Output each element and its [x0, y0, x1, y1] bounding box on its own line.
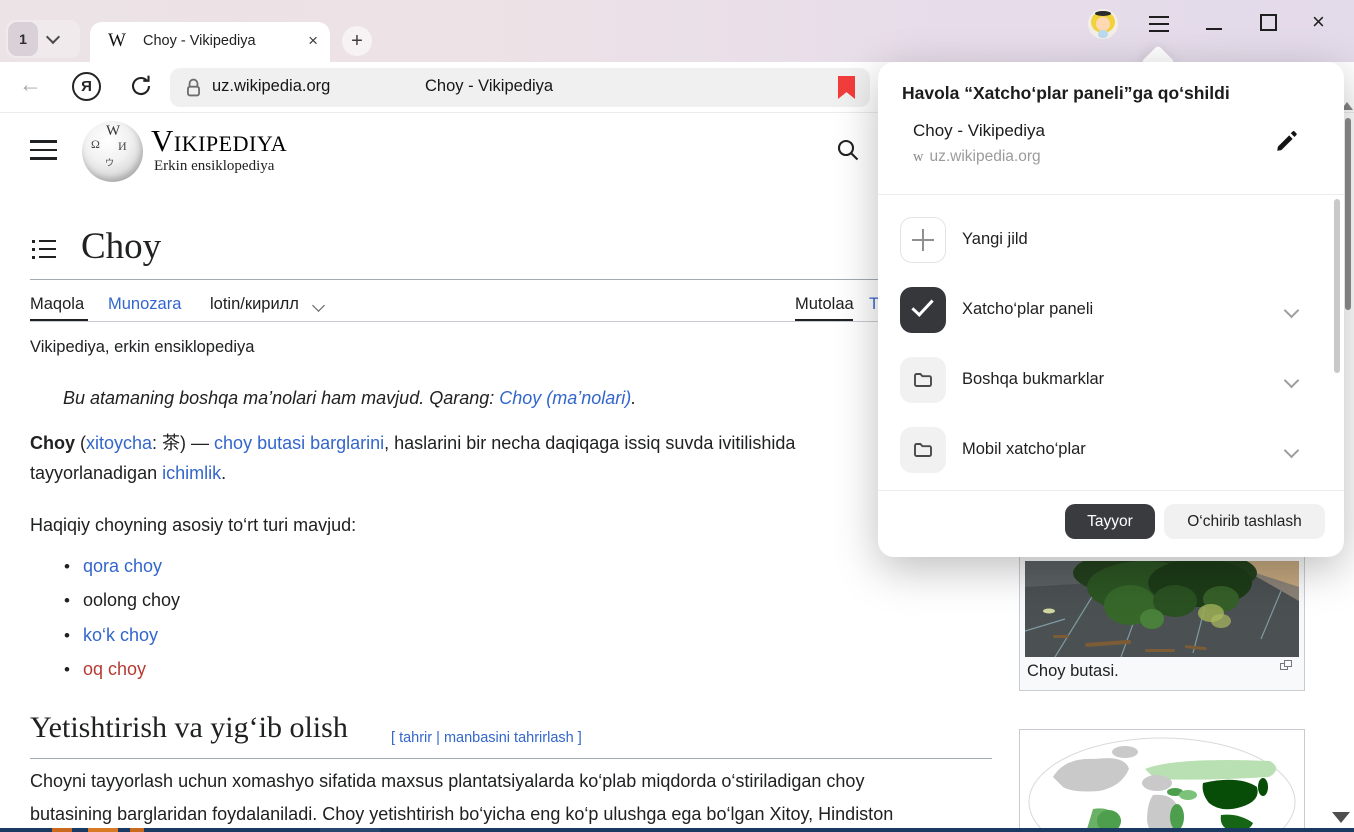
xitoycha-link[interactable]: xitoycha	[86, 433, 152, 453]
wikipedia-favicon-icon: W	[108, 30, 126, 52]
remove-bookmark-button[interactable]: O‘chirib tashlash	[1164, 504, 1325, 539]
selected-check-icon[interactable]	[900, 287, 946, 333]
wikipedia-globe-logo[interactable]: WΩИゥ	[82, 121, 143, 182]
expand-image-icon[interactable]	[1280, 660, 1293, 671]
popup-divider	[878, 194, 1344, 195]
profile-avatar[interactable]	[1088, 9, 1118, 39]
tab-maqola[interactable]: Maqola	[30, 295, 84, 314]
section-divider	[30, 758, 992, 759]
map-thumbnail-box	[1019, 729, 1305, 832]
wiki-menu-button[interactable]	[30, 140, 57, 160]
section-heading: Yetishtirish va yigʻib olish	[30, 711, 348, 745]
ichimlik-link[interactable]: ichimlik	[162, 463, 221, 483]
done-button[interactable]: Tayyor	[1065, 504, 1155, 539]
browser-menu-button[interactable]	[1146, 11, 1172, 37]
tab-close-icon[interactable]: ×	[308, 31, 318, 51]
wikipedia-wordmark[interactable]: Vikipediya	[151, 123, 287, 159]
address-bar[interactable]: uz.wikipedia.org Choy - Vikipediya	[170, 68, 870, 107]
chevron-down-icon[interactable]	[1284, 303, 1300, 319]
folder-icon[interactable]	[900, 427, 946, 473]
list-item: qora choy	[64, 556, 162, 577]
reload-button[interactable]	[127, 72, 155, 100]
tab-munozara[interactable]: Munozara	[108, 295, 181, 314]
back-button[interactable]: ←	[19, 71, 42, 98]
para2-line-1: Choyni tayyorlash uchun xomashyo sifatid…	[30, 771, 864, 792]
bookmark-url-row: wuz.wikipedia.org	[913, 148, 1041, 166]
chevron-down-icon[interactable]	[1284, 443, 1300, 459]
tahrir-link[interactable]: tahrir	[399, 730, 432, 746]
list-item: oq choy	[64, 659, 146, 680]
types-intro: Haqiqiy choyning asosiy to‘rt turi mavju…	[30, 515, 356, 536]
url-host: uz.wikipedia.org	[212, 77, 330, 96]
variant-chevron-icon[interactable]	[312, 299, 325, 312]
hamburger-icon	[30, 140, 57, 143]
image-caption: Choy butasi.	[1027, 662, 1119, 681]
para2-line-2: butasining barglaridan foydalaniladi. Ch…	[30, 804, 893, 825]
page-scrollbar-thumb[interactable]	[1345, 118, 1351, 310]
tea-bush-thumbnail-box: Choy butasi.	[1019, 555, 1305, 691]
toc-list-icon[interactable]	[32, 240, 56, 262]
avatar-dress	[1098, 30, 1108, 38]
lock-icon[interactable]	[184, 77, 203, 103]
window-close-button[interactable]: ×	[1312, 9, 1325, 35]
bookmark-title: Choy - Vikipediya	[913, 121, 1045, 141]
popup-divider	[878, 490, 1344, 491]
oq-choy-link[interactable]: oq choy	[83, 659, 146, 679]
site-subtitle: Vikipediya, erkin ensiklopediya	[30, 338, 254, 357]
yandex-home-button[interactable]: Я	[72, 72, 101, 101]
scrollbar-down-arrow[interactable]	[1332, 812, 1350, 823]
popup-scrollbar-thumb[interactable]	[1334, 199, 1340, 373]
manbasini-tahrirlash-link[interactable]: manbasini tahrirlash	[444, 730, 574, 746]
list-item: ko‘k choy	[64, 625, 158, 646]
tab-mutolaa[interactable]: Mutolaa	[795, 295, 854, 314]
tea-production-map[interactable]	[1025, 735, 1299, 832]
window-maximize-button[interactable]	[1260, 14, 1277, 31]
avatar-headband	[1095, 11, 1111, 16]
tab-counter-button[interactable]: 1	[8, 22, 38, 56]
chevron-down-icon[interactable]	[1284, 373, 1300, 389]
tab-title: Choy - Vikipediya	[143, 33, 256, 49]
folder-icon[interactable]	[900, 357, 946, 403]
tea-bush-image[interactable]	[1025, 561, 1299, 657]
address-page-title: Choy - Vikipediya	[425, 77, 553, 96]
bookmark-added-popup: Havola “Xatcho‘plar paneli”ga qo‘shildi …	[878, 62, 1344, 557]
qora-choy-link[interactable]: qora choy	[83, 556, 162, 576]
bookmark-flag-icon[interactable]	[838, 76, 855, 99]
browser-window: 1 W Choy - Vikipediya × + × ← Я	[0, 0, 1354, 832]
edit-section-links: [ tahrir | manbasini tahrirlash ]	[391, 730, 582, 746]
edit-bookmark-button[interactable]	[1274, 128, 1300, 154]
kok-choy-link[interactable]: ko‘k choy	[83, 625, 158, 645]
list-item: oolong choy	[64, 590, 180, 611]
avatar-face	[1096, 17, 1110, 31]
window-minimize-button[interactable]	[1206, 28, 1222, 30]
new-tab-button[interactable]: +	[342, 26, 372, 56]
page-title: Choy	[81, 225, 161, 268]
choy-butasi-link[interactable]: choy butasi barglarini	[214, 433, 384, 453]
wikipedia-tagline: Erkin ensiklopediya	[154, 158, 274, 175]
search-icon[interactable]	[836, 138, 860, 162]
lead-line-1: Choy (xitoycha: 茶) — choy butasi barglar…	[30, 429, 795, 455]
bottom-edge-strip	[0, 828, 1354, 832]
site-favicon-glyph: w	[913, 149, 923, 165]
lead-line-2: tayyorlanadigan ichimlik.	[30, 463, 226, 484]
hatnote-link[interactable]: Choy (ma’nolari)	[499, 388, 631, 408]
popup-title: Havola “Xatcho‘plar paneli”ga qo‘shildi	[902, 83, 1230, 104]
new-folder-plus-icon[interactable]	[900, 217, 946, 263]
hatnote: Bu atamaning boshqa ma’nolari ham mavjud…	[63, 388, 636, 409]
variant-selector[interactable]: lotin/кирилл	[210, 295, 299, 314]
hamburger-icon	[1149, 16, 1169, 18]
active-tab[interactable]: W Choy - Vikipediya ×	[90, 22, 330, 62]
